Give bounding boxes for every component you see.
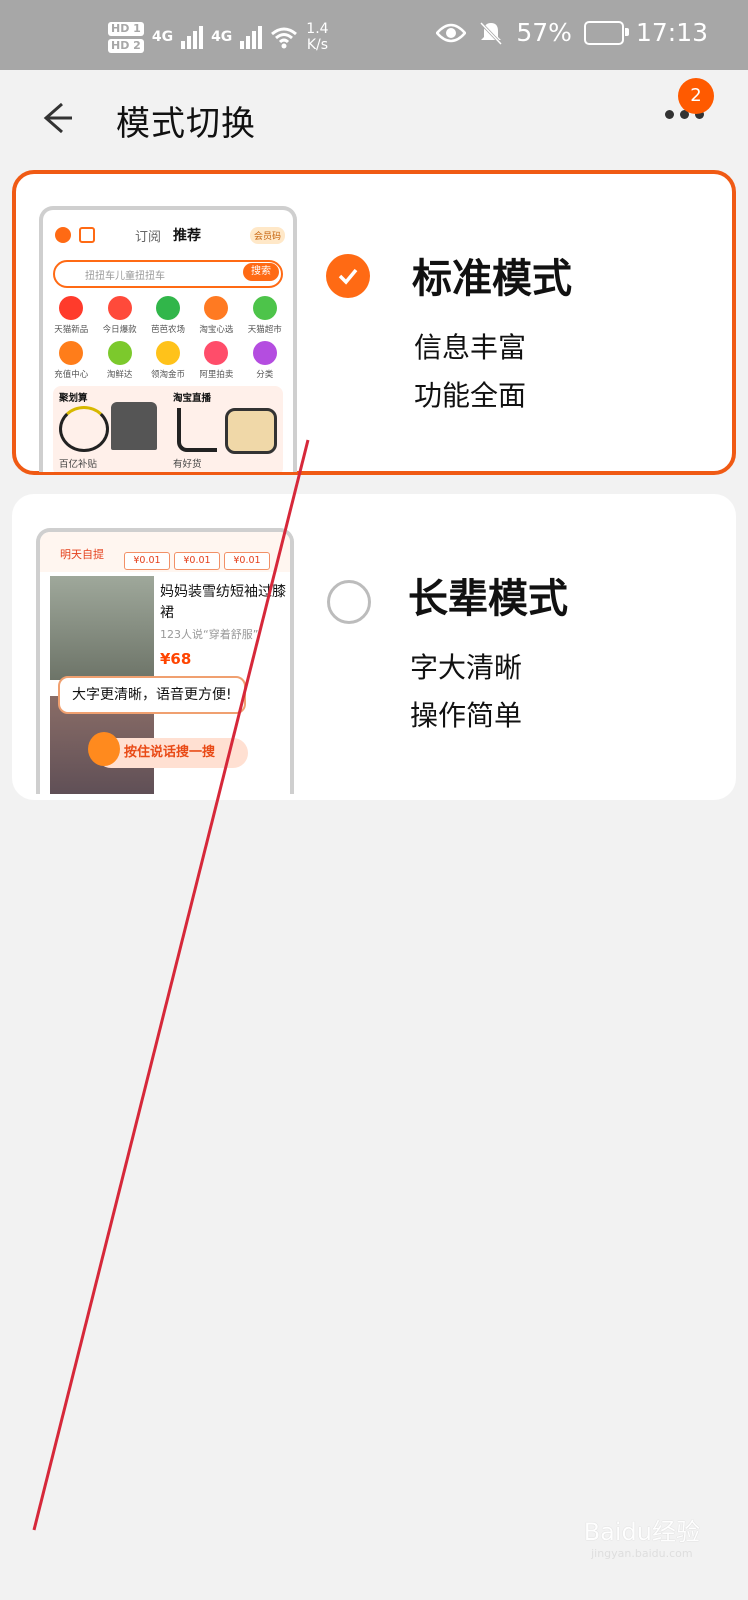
- promo-left: 聚划算 百亿补贴: [53, 386, 165, 472]
- preview-search-button: 搜索: [243, 263, 279, 281]
- standard-mode-radio-checked[interactable]: [326, 254, 370, 298]
- grid-item: 分类: [241, 341, 289, 380]
- elder-mode-radio-unchecked[interactable]: [327, 580, 371, 624]
- net-type-1: 4G: [151, 29, 174, 45]
- back-arrow-icon[interactable]: [36, 98, 76, 138]
- mute-bell-icon: [480, 21, 503, 45]
- pickup-label: 明天自提: [60, 548, 104, 561]
- network-indicators: HD 1 HD 2 4G 4G 1.4 K/s: [108, 12, 329, 62]
- product-photo: [50, 576, 154, 680]
- elder-mode-description: 字大清晰 操作简单: [410, 644, 522, 740]
- voice-search-button: 按住说话搜一搜: [88, 732, 248, 768]
- preview-icon-grid: 天猫新品 今日爆款 芭芭农场 淘宝心选 天猫超市 充值中心 淘鲜达 领淘金币 阿…: [43, 288, 293, 380]
- battery-percent: 57%: [516, 18, 572, 47]
- promo-subsidy: 百亿补贴: [59, 459, 98, 470]
- preview-tab-recommend: 推荐: [173, 228, 201, 244]
- standard-mode-card[interactable]: 订阅 推荐 会员码 扭扭车儿童扭扭车 搜索 天猫新品 今日爆款 芭芭农场 淘宝心…: [12, 170, 736, 475]
- hd2-label: HD 2: [108, 38, 144, 53]
- grid-item: 充值中心: [47, 341, 95, 380]
- hd-indicators: HD 1 HD 2: [108, 21, 144, 53]
- watermark-brand: Baidu经验: [583, 1518, 700, 1546]
- checkmark-icon: [338, 268, 358, 285]
- grid-item: 淘宝心选: [192, 296, 240, 335]
- standard-mode-desc-line1: 信息丰富: [414, 331, 527, 364]
- price-tag: ¥0.01: [124, 552, 170, 570]
- grid-item: 芭芭农场: [144, 296, 192, 335]
- bag-image: [225, 408, 277, 454]
- wifi-icon: [271, 27, 298, 49]
- standard-mode-name: 标准模式: [412, 256, 572, 302]
- grid-item: 领淘金币: [144, 341, 192, 380]
- avatar-icon: [55, 227, 71, 243]
- battery-icon: [583, 20, 629, 45]
- grid-item: 阿里拍卖: [192, 341, 240, 380]
- preview-pickup-bar: 明天自提 ¥0.01 ¥0.01 ¥0.01: [40, 532, 290, 572]
- preview-header: 订阅 推荐 会员码: [43, 210, 293, 260]
- product-price: ¥68: [160, 650, 192, 668]
- scan-icon: [79, 227, 95, 243]
- elder-mode-preview: 明天自提 ¥0.01 ¥0.01 ¥0.01 妈妈装雪纺短袖过膝裙 123人说“…: [36, 528, 294, 794]
- grid-item: 淘鲜达: [95, 341, 143, 380]
- price-tag: ¥0.01: [224, 552, 270, 570]
- tricycle-image: [59, 406, 109, 452]
- scooter-image: [177, 408, 217, 452]
- elder-mode-name: 长辈模式: [408, 576, 568, 622]
- dot-icon: [665, 110, 674, 119]
- signal-icon: [240, 25, 263, 49]
- promo-goodstuff: 有好货: [173, 459, 202, 470]
- product-title: 妈妈装雪纺短袖过膝裙: [160, 584, 286, 621]
- promo-juhuasuan: 聚划算: [59, 393, 88, 404]
- network-speed: 1.4 K/s: [306, 21, 329, 53]
- standard-mode-description: 信息丰富 功能全面: [414, 324, 526, 420]
- promo-live: 淘宝直播: [173, 393, 212, 404]
- system-indicators: 57% 17:13: [436, 18, 708, 47]
- preview-tooltip: 大字更清晰，语音更方便!: [58, 676, 246, 714]
- price-tag: ¥0.01: [174, 552, 220, 570]
- product-review: 123人说“穿着舒服”: [160, 628, 259, 641]
- promo-right: 淘宝直播 有好货: [169, 386, 281, 472]
- elder-mode-desc-line2: 操作简单: [410, 699, 523, 732]
- grid-item: 天猫超市: [241, 296, 289, 335]
- net-type-2: 4G: [211, 29, 233, 45]
- standard-mode-desc-line2: 功能全面: [414, 379, 527, 412]
- tshirt-image: [111, 402, 157, 450]
- status-bar: HD 1 HD 2 4G 4G 1.4 K/s 57% 17:13: [0, 0, 748, 70]
- member-code: 会员码: [249, 226, 285, 244]
- preview-promo-area: 聚划算 百亿补贴 淘宝直播 有好货: [53, 386, 283, 472]
- grid-item: 天猫新品: [47, 296, 95, 335]
- grid-item: 今日爆款: [95, 296, 143, 335]
- elder-mode-desc-line1: 字大清晰: [410, 651, 523, 684]
- preview-tab-subscribe: 订阅: [134, 229, 161, 245]
- page-title: 模式切换: [116, 104, 256, 144]
- title-bar: 模式切换 2: [0, 70, 748, 166]
- watermark-url: jingyan.baidu.com: [591, 1547, 693, 1560]
- signal-icon: [181, 25, 204, 49]
- notification-badge: 2: [678, 78, 714, 114]
- eye-icon: [436, 23, 467, 42]
- clock: 17:13: [635, 18, 708, 47]
- preview-search-placeholder: 扭扭车儿童扭扭车: [85, 270, 165, 282]
- preview-search-bar: 扭扭车儿童扭扭车 搜索: [53, 260, 283, 288]
- baidu-watermark: Baidu经验 jingyan.baidu.com: [584, 1512, 700, 1560]
- hd1-label: HD 1: [108, 21, 144, 36]
- standard-mode-preview: 订阅 推荐 会员码 扭扭车儿童扭扭车 搜索 天猫新品 今日爆款 芭芭农场 淘宝心…: [39, 206, 297, 472]
- elder-mode-card[interactable]: 明天自提 ¥0.01 ¥0.01 ¥0.01 妈妈装雪纺短袖过膝裙 123人说“…: [12, 494, 736, 800]
